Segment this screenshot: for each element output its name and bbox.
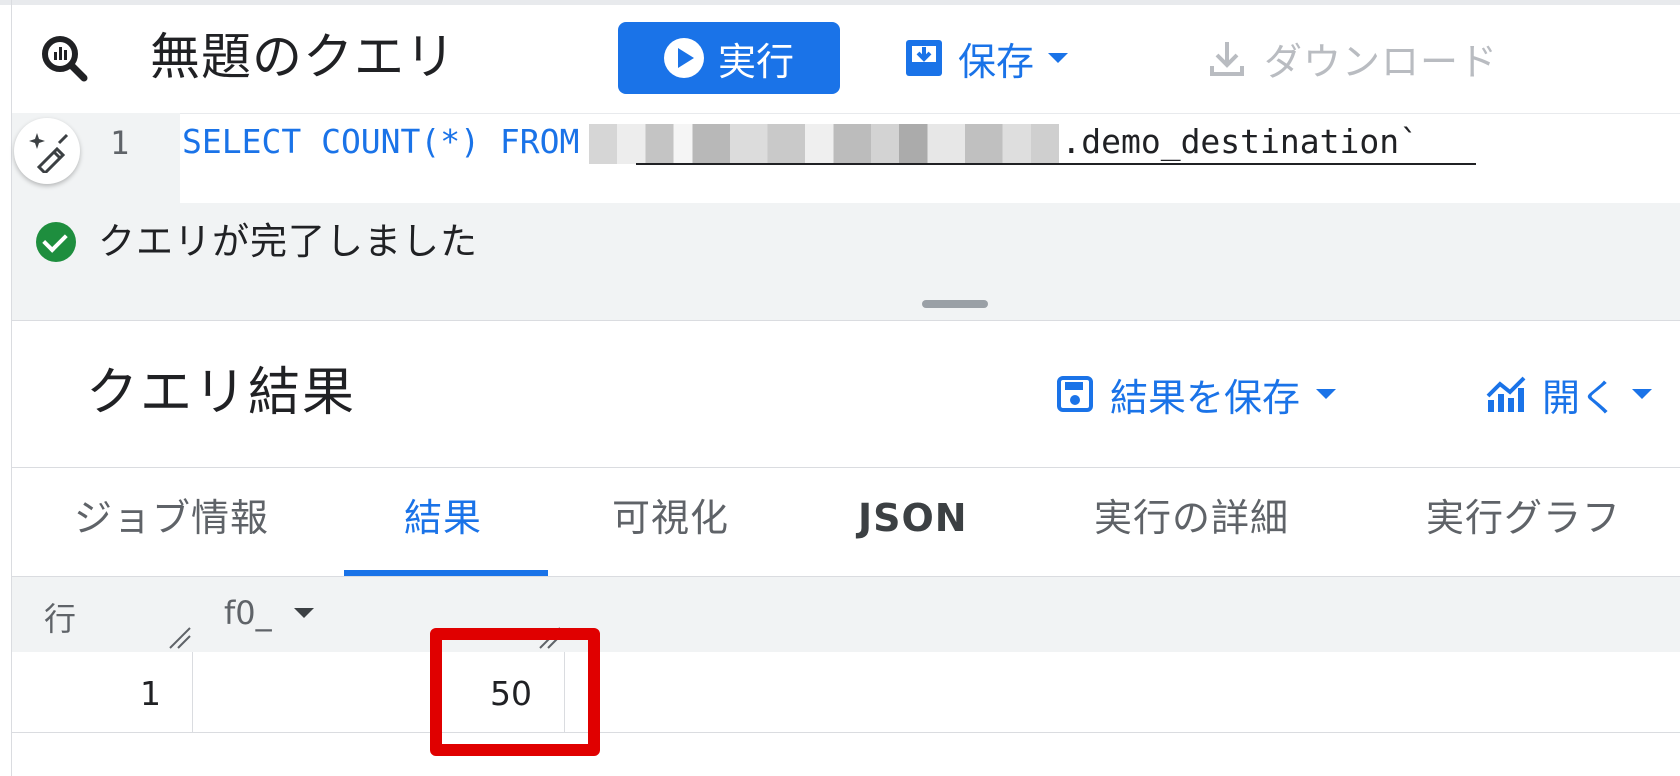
status-message: クエリが完了しました — [98, 220, 478, 263]
line-number: 1 — [110, 124, 130, 162]
play-icon — [663, 38, 704, 78]
chevron-down-icon — [1316, 389, 1337, 399]
run-label: 実行 — [717, 39, 794, 84]
ai-assist-icon — [29, 133, 69, 173]
table-row[interactable] — [12, 652, 1680, 733]
tab-json[interactable]: JSON — [858, 482, 968, 554]
chevron-down-icon — [293, 608, 314, 618]
floppy-icon — [1057, 376, 1093, 412]
highlight-annotation — [430, 628, 600, 756]
column-header-f0[interactable]: f0_ — [224, 594, 314, 632]
column-header-f0-label: f0_ — [224, 594, 272, 632]
save-results-button[interactable]: 結果を保存 — [1056, 364, 1337, 424]
tab-visualization[interactable]: 可視化 — [612, 482, 729, 554]
save-label: 保存 — [958, 39, 1035, 84]
run-button[interactable]: 実行 — [618, 22, 840, 94]
chevron-down-icon — [1632, 389, 1653, 399]
tab-execution-graph[interactable]: 実行グラフ — [1426, 482, 1621, 554]
tab-results[interactable]: 結果 — [404, 482, 482, 554]
check-circle-icon — [36, 222, 76, 262]
sql-table-name: .demo_destination` — [1061, 122, 1419, 161]
bigquery-icon — [42, 36, 88, 82]
tabs-divider — [12, 467, 1680, 468]
ai-assist-button[interactable] — [14, 118, 80, 184]
sql-table-underline — [636, 163, 1476, 165]
download-icon — [1210, 42, 1244, 76]
column-divider — [192, 652, 193, 733]
download-label: ダウンロード — [1264, 39, 1499, 84]
open-label: 開く — [1542, 375, 1619, 420]
redacted-dataset — [589, 123, 1060, 164]
panel-resize-handle[interactable] — [922, 300, 988, 308]
column-header-row: 行 — [44, 600, 77, 638]
column-resize-icon[interactable] — [166, 624, 192, 650]
download-button[interactable]: ダウンロード — [1208, 26, 1498, 90]
chevron-down-icon — [1048, 53, 1069, 63]
sql-code-line[interactable]: SELECT COUNT(*) FROM .demo_destination` — [182, 122, 1419, 164]
chart-icon — [1486, 376, 1526, 412]
open-button[interactable]: 開く — [1484, 364, 1653, 424]
row-number-cell: 1 — [140, 674, 161, 713]
tab-job-info[interactable]: ジョブ情報 — [74, 482, 269, 554]
panel-divider — [12, 320, 1680, 321]
save-icon — [906, 40, 942, 76]
query-title: 無題のクエリ — [150, 28, 456, 86]
tab-execution-details[interactable]: 実行の詳細 — [1094, 482, 1289, 554]
sql-keyword: SELECT COUNT(*) FROM — [182, 122, 580, 161]
results-title: クエリ結果 — [86, 363, 357, 423]
save-results-label: 結果を保存 — [1110, 375, 1301, 420]
save-button[interactable]: 保存 — [904, 26, 1069, 90]
